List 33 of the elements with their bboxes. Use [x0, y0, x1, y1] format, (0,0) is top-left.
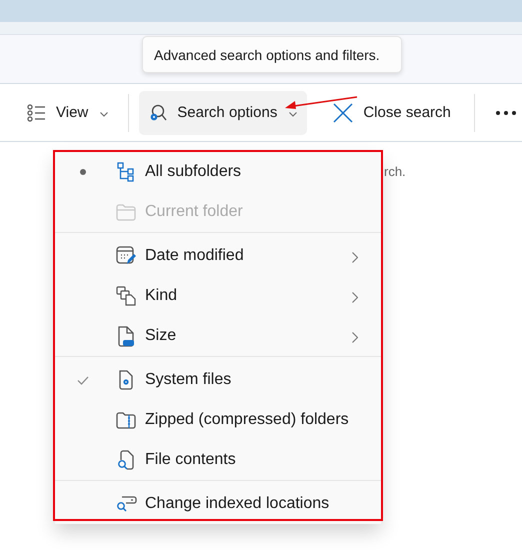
menu-item[interactable]: Kind	[55, 276, 381, 316]
bullet-icon	[80, 169, 86, 175]
chevron-down-icon	[289, 112, 298, 117]
file-search-icon	[117, 450, 135, 470]
chevron-right-icon	[352, 332, 358, 343]
file-size-icon	[117, 326, 135, 346]
tooltip: Advanced search options and filters.	[142, 36, 402, 73]
more-icon[interactable]	[496, 110, 516, 114]
dropdown-button[interactable]: View	[17, 90, 118, 134]
drive-search-icon	[116, 496, 136, 512]
zip-folder-icon	[116, 412, 136, 428]
list-icon	[27, 104, 46, 122]
tree-icon	[117, 162, 135, 182]
close-icon	[333, 102, 354, 122]
chevron-down-icon	[100, 112, 108, 117]
hint-text: rch.	[384, 164, 406, 179]
search-settings-icon	[149, 104, 168, 122]
shapes-icon	[116, 286, 136, 306]
menu-item[interactable]: Change indexed locations	[55, 484, 381, 524]
chevron-right-icon	[352, 292, 358, 303]
close-search-button[interactable]: Close search	[323, 90, 461, 134]
menu-item[interactable]: Size	[55, 316, 381, 356]
menu-item[interactable]: All subfolders	[55, 152, 381, 192]
checkmark-icon	[76, 376, 88, 384]
menu-item[interactable]: File contents	[55, 440, 381, 480]
calendar-edit-icon	[116, 246, 136, 266]
file-gear-icon	[118, 370, 134, 390]
dropdown-button[interactable]: Search options	[139, 90, 308, 134]
folder-icon	[116, 204, 136, 220]
chevron-right-icon	[352, 252, 358, 263]
menu-item[interactable]: Zipped (compressed) folders	[55, 400, 381, 440]
menu-item[interactable]: System files	[55, 360, 381, 400]
menu-item[interactable]: Date modified	[55, 236, 381, 276]
